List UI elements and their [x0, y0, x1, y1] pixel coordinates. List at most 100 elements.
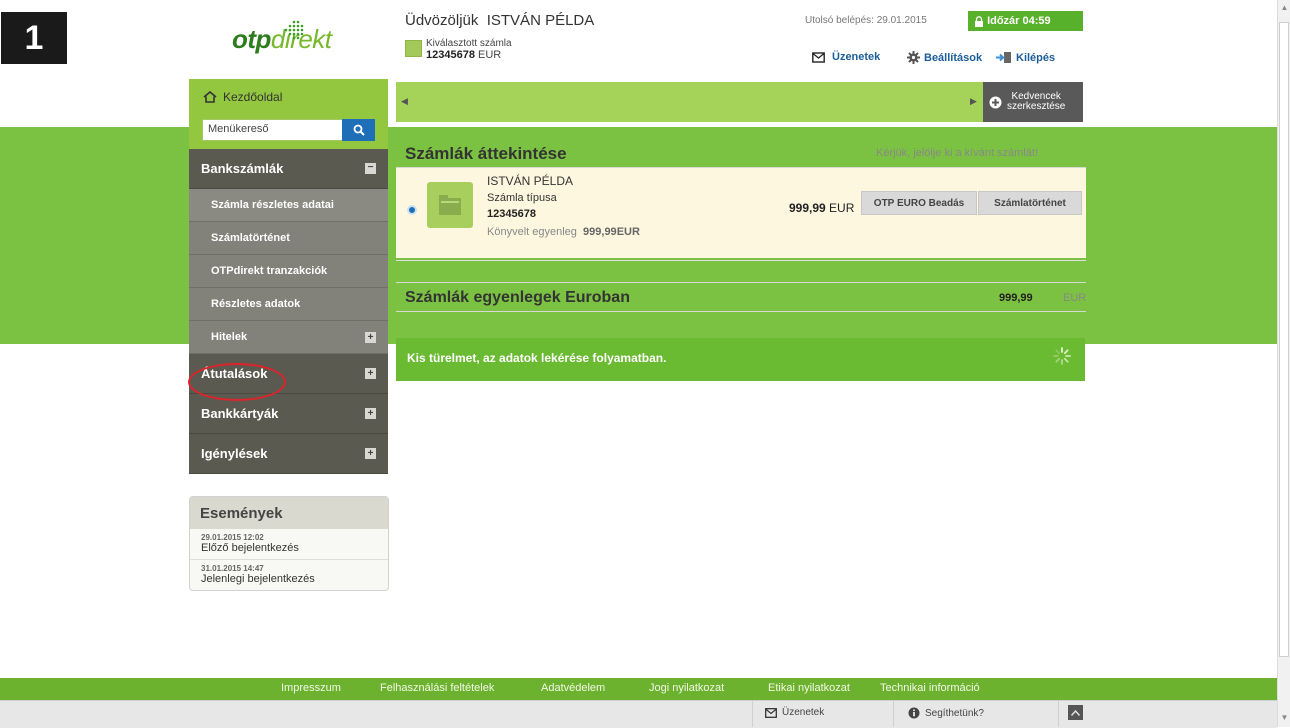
- footer-link-etikai-nyilatkozat[interactable]: Etikai nyilatkozat: [768, 682, 850, 694]
- footer-link-felhasznalasi-feltetelek[interactable]: Felhasználási feltételek: [380, 682, 494, 694]
- nav-item-reszletes-adatok[interactable]: Részletes adatok: [189, 288, 388, 321]
- divider: [396, 260, 1086, 261]
- plus-circle-icon: [989, 96, 1002, 108]
- overview-title: Számlák áttekintése: [405, 144, 567, 163]
- messages-label: Üzenetek: [832, 51, 881, 63]
- otpdirekt-logo[interactable]: otpdirekt: [232, 20, 332, 55]
- event-item: 29.01.2015 12:02 Előző bejelentkezés: [190, 529, 388, 560]
- help-button[interactable]: Segíthetünk?: [908, 707, 984, 719]
- selected-account-number[interactable]: 12345678 EUR: [426, 49, 501, 61]
- account-number: 12345678: [487, 208, 536, 220]
- divider: [1058, 700, 1059, 727]
- nav-section-label: Bankszámlák: [201, 161, 284, 176]
- nav-section-bankszamlak[interactable]: Bankszámlák −: [189, 149, 388, 189]
- account-type: Számla típusa: [487, 192, 557, 204]
- footer-band: [0, 678, 1277, 700]
- account-balance-currency: EUR: [829, 201, 855, 215]
- event-date: 31.01.2015 14:47: [201, 564, 264, 573]
- nav-item-label: Hitelek: [211, 331, 248, 343]
- logo-text-otp: otp: [232, 24, 271, 54]
- nav-section-igenylesek[interactable]: Igénylések +: [189, 434, 388, 474]
- step-badge: 1: [1, 12, 67, 64]
- account-row[interactable]: ISTVÁN PÉLDA Számla típusa 12345678 Köny…: [396, 168, 1086, 258]
- home-link[interactable]: Kezdőoldal: [203, 90, 282, 104]
- nav-item-otpdirekt-tranzakciok[interactable]: OTPdirekt tranzakciók: [189, 255, 388, 288]
- nav-top-panel: Kezdőoldal Menükereső: [189, 79, 388, 149]
- footer-link-technikai-informacio[interactable]: Technikai információ: [880, 682, 980, 694]
- booked-balance-currency: EUR: [616, 226, 640, 238]
- folder-icon: [439, 195, 461, 215]
- home-label: Kezdőoldal: [223, 90, 283, 104]
- nav-item-label: Számlatörténet: [211, 232, 290, 244]
- account-balance-value: 999,99: [789, 201, 826, 215]
- footer-link-impresszum[interactable]: Impresszum: [281, 682, 341, 694]
- divider: [893, 700, 894, 727]
- loading-spinner-icon: [1053, 347, 1071, 365]
- home-icon: [203, 91, 217, 103]
- booked-balance-value: 999,99: [583, 226, 617, 238]
- session-timer[interactable]: Időzár 04:59: [968, 11, 1083, 31]
- favorites-prev-arrow[interactable]: ◀: [401, 96, 408, 107]
- bottom-messages-button[interactable]: Üzenetek: [765, 707, 824, 718]
- scroll-up-arrow-icon[interactable]: ▲: [1278, 2, 1290, 14]
- settings-label: Beállítások: [924, 51, 983, 64]
- search-icon: [353, 124, 365, 136]
- divider: [396, 282, 1086, 283]
- last-login-label: Utolsó belépés:: [805, 15, 874, 26]
- footer-link-jogi-nyilatkozat[interactable]: Jogi nyilatkozat: [649, 682, 724, 694]
- account-history-button[interactable]: Számlatörténet: [978, 191, 1082, 215]
- logout-link[interactable]: Kilépés: [996, 51, 1055, 64]
- selected-account-icon: [405, 40, 422, 57]
- nav-section-bankkartyak[interactable]: Bankkártyák +: [189, 394, 388, 434]
- nav-item-hitelek[interactable]: Hitelek +: [189, 321, 388, 354]
- euro-summary-currency: EUR: [1063, 292, 1087, 304]
- divider: [396, 311, 1086, 312]
- welcome-text: Üdvözöljük ISTVÁN PÉLDA: [405, 12, 594, 29]
- menu-search-button[interactable]: [342, 119, 375, 141]
- logout-icon: [996, 52, 1011, 63]
- expand-icon: +: [365, 331, 376, 343]
- divider: [752, 700, 753, 727]
- chevron-up-icon: [1071, 709, 1080, 716]
- events-title: Események: [190, 497, 388, 529]
- booked-balance-label: Könyvelt egyenleg: [487, 226, 577, 238]
- info-icon: [908, 707, 920, 719]
- scrollbar[interactable]: ▲ ▼: [1277, 0, 1290, 727]
- edit-favorites-button[interactable]: Kedvencek szerkesztése: [983, 82, 1083, 122]
- nav-section-label: Bankkártyák: [201, 406, 279, 421]
- nav-item-label: OTPdirekt tranzakciók: [211, 265, 328, 277]
- left-navigation: Kezdőoldal Menükereső Bankszámlák − Száml…: [189, 79, 388, 474]
- lock-icon: [975, 15, 983, 27]
- scroll-to-top-button[interactable]: [1068, 705, 1083, 720]
- account-radio[interactable]: [407, 205, 417, 215]
- nav-item-szamla-reszletes[interactable]: Számla részletes adatai: [189, 189, 388, 222]
- logo-dots-icon: [284, 20, 304, 40]
- timer-value: 04:59: [1022, 15, 1051, 27]
- selected-account-label: Kiválasztott számla: [426, 38, 512, 49]
- account-folder-icon: [427, 182, 473, 228]
- messages-link[interactable]: Üzenetek: [812, 51, 880, 63]
- favorites-next-arrow[interactable]: ▶: [970, 96, 977, 107]
- logout-label: Kilépés: [1016, 51, 1056, 64]
- otp-euro-deposit-button[interactable]: OTP EURO Beadás: [861, 191, 977, 215]
- last-login-date: 29.01.2015: [876, 15, 927, 26]
- event-text: Előző bejelentkezés: [201, 542, 299, 554]
- scroll-down-arrow-icon[interactable]: ▼: [1278, 712, 1290, 724]
- selected-account-number-value: 12345678: [426, 49, 475, 61]
- expand-icon: +: [365, 368, 376, 379]
- nav-section-label: Igénylések: [201, 446, 268, 461]
- booked-balance: Könyvelt egyenleg 999,99EUR: [487, 226, 640, 238]
- highlight-circle: [188, 363, 286, 401]
- scrollbar-thumb[interactable]: [1279, 22, 1289, 657]
- event-item: 31.01.2015 14:47 Jelenlegi bejelentkezés: [190, 560, 388, 590]
- selected-account-currency: EUR: [478, 49, 502, 61]
- events-panel: Események 29.01.2015 12:02 Előző bejelen…: [189, 496, 389, 591]
- footer-link-adatvedelem[interactable]: Adatvédelem: [541, 682, 605, 694]
- event-text: Jelenlegi bejelentkezés: [201, 573, 315, 585]
- overview-hint: Kérjük, jelölje ki a kívánt számlát!: [876, 147, 1039, 159]
- settings-link[interactable]: Beállítások: [907, 51, 982, 64]
- envelope-icon: [812, 51, 825, 63]
- edit-favorites-line2: szerkesztése: [1007, 101, 1066, 112]
- nav-item-szamlatortenet[interactable]: Számlatörténet: [189, 222, 388, 255]
- favorites-bar: ◀ ▶: [396, 82, 983, 122]
